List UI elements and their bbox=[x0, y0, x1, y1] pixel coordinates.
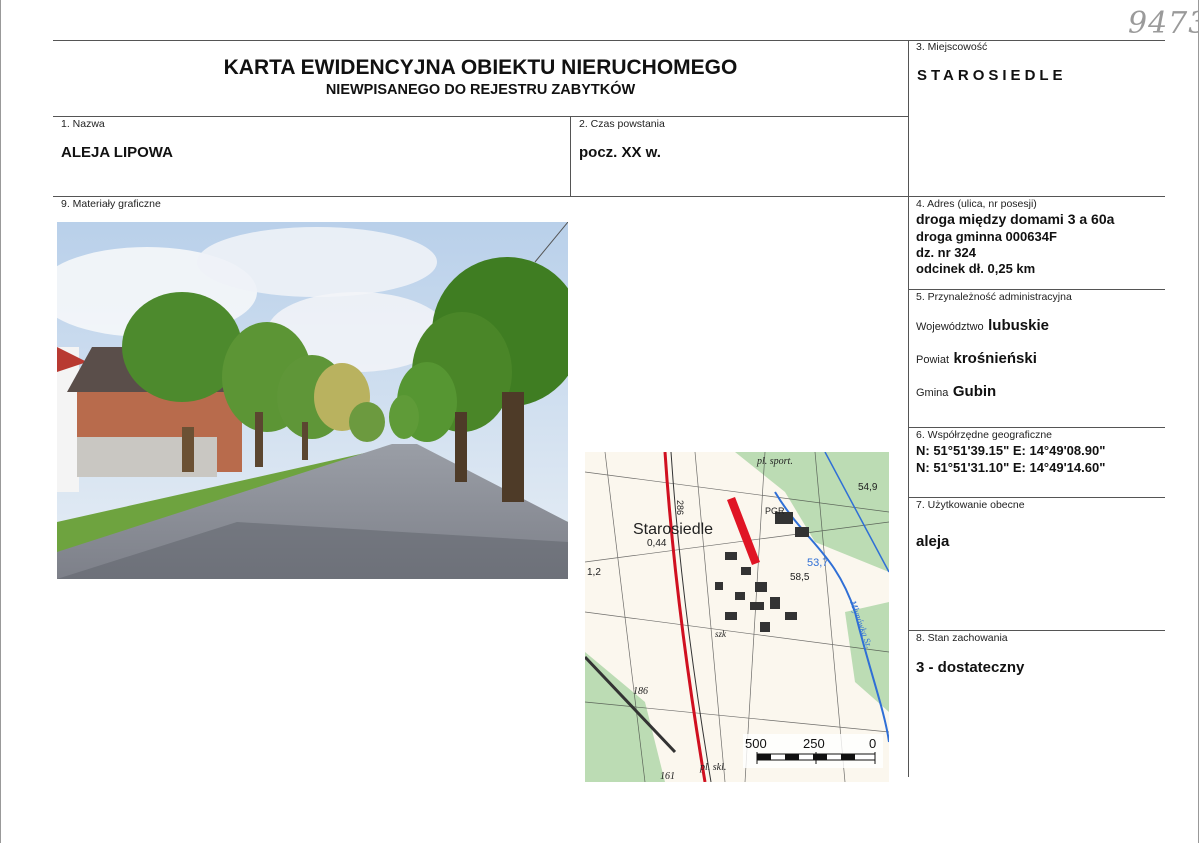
col-divider-1-2 bbox=[570, 116, 571, 196]
map-label: 53,7 bbox=[807, 557, 828, 569]
map-label: 161 bbox=[660, 771, 675, 782]
rule-7 bbox=[908, 497, 1165, 498]
nazwa-label: 1. Nazwa bbox=[61, 118, 105, 130]
stan-label: 8. Stan zachowania bbox=[916, 632, 1008, 644]
rule-8 bbox=[908, 630, 1165, 631]
rule-5 bbox=[908, 289, 1165, 290]
gmina-row: Gmina Gubin bbox=[916, 383, 996, 401]
czas-label: 2. Czas powstania bbox=[579, 118, 665, 130]
map-scale-label: 500 bbox=[745, 736, 767, 751]
powiat-row: Powiat krośnieński bbox=[916, 350, 1037, 368]
wojewodztwo-label: Województwo bbox=[916, 321, 984, 333]
wojewodztwo-row: Województwo lubuskie bbox=[916, 317, 1049, 335]
map-label: 54,9 bbox=[858, 482, 878, 493]
rule-6 bbox=[908, 427, 1165, 428]
coordinate-line: N: 51°51'31.10" E: 14°49'14.60" bbox=[916, 460, 1106, 475]
page-subtitle: NIEWPISANEGO DO REJESTRU ZABYTKÓW bbox=[325, 82, 636, 98]
adres-line: droga gminna 000634F bbox=[916, 229, 1057, 244]
coordinate-line: N: 51°51'39.15" E: 14°49'08.90" bbox=[916, 443, 1106, 458]
przynaleznosc-label: 5. Przynależność administracyjna bbox=[916, 291, 1072, 303]
powiat-value: krośnieński bbox=[953, 350, 1037, 367]
gmina-value: Gubin bbox=[952, 383, 997, 400]
top-rule bbox=[53, 40, 1165, 41]
adres-line: dz. nr 324 bbox=[916, 245, 976, 260]
czas-value: pocz. XX w. bbox=[579, 144, 661, 161]
map-label: pl. skl. bbox=[699, 762, 726, 773]
map-scale-label: 0 bbox=[869, 736, 876, 751]
miejscowosc-label: 3. Miejscowość bbox=[916, 41, 988, 53]
gmina-label: Gmina bbox=[916, 387, 949, 399]
map-label: 58,5 bbox=[790, 572, 810, 583]
uzytkowanie-value: aleja bbox=[916, 533, 950, 550]
header-rule bbox=[53, 116, 908, 117]
adres-line: odcinek dł. 0,25 km bbox=[916, 261, 1036, 276]
row1-rule bbox=[53, 196, 1165, 197]
right-column-divider bbox=[908, 40, 909, 777]
nazwa-value: ALEJA LIPOWA bbox=[61, 144, 173, 161]
wspolrzedne-label: 6. Współrzędne geograficzne bbox=[916, 429, 1052, 441]
handwritten-number: 9473 bbox=[1128, 6, 1199, 41]
miejscowosc-value: STAROSIEDLE bbox=[917, 67, 1067, 84]
map-label: 286 bbox=[675, 500, 685, 515]
map-label: pl. sport. bbox=[756, 456, 793, 467]
map-place-name: Starosiedle bbox=[633, 521, 713, 538]
location-map: Starosiedle pl. sport. PGR 54,9 286 0,44… bbox=[585, 452, 889, 782]
map-label: 1,2 bbox=[587, 567, 601, 578]
materialy-label: 9. Materiały graficzne bbox=[61, 198, 161, 210]
map-label: 0,44 bbox=[647, 538, 667, 549]
alley-photo bbox=[57, 222, 568, 579]
map-scale-label: 250 bbox=[803, 736, 825, 751]
page-title: KARTA EWIDENCYJNA OBIEKTU NIERUCHOMEGO bbox=[223, 56, 738, 79]
adres-line: droga między domami 3 a 60a bbox=[916, 211, 1115, 227]
powiat-label: Powiat bbox=[916, 354, 950, 366]
map-label: szk bbox=[715, 629, 727, 639]
uzytkowanie-label: 7. Użytkowanie obecne bbox=[916, 499, 1025, 511]
stan-value: 3 - dostateczny bbox=[916, 659, 1025, 676]
wojewodztwo-value: lubuskie bbox=[988, 317, 1049, 334]
adres-label: 4. Adres (ulica, nr posesji) bbox=[916, 198, 1037, 210]
map-label: PGR bbox=[765, 506, 785, 516]
map-label: 186 bbox=[633, 686, 648, 697]
